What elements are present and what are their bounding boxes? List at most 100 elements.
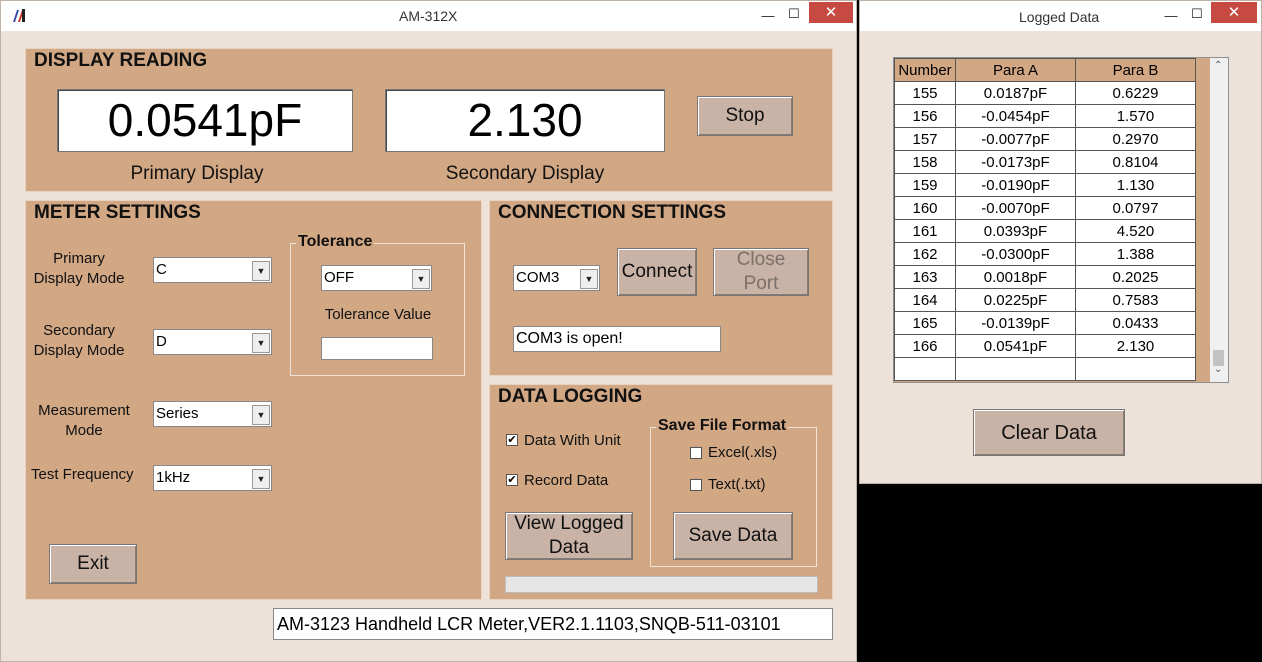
cell-para-b[interactable]: 0.0797 xyxy=(1075,196,1196,220)
maximize-button[interactable]: ☐ xyxy=(779,1,809,27)
cell-para-b[interactable]: 1.130 xyxy=(1075,173,1196,197)
excel-checkbox[interactable] xyxy=(690,447,702,459)
cell-para-b[interactable]: 0.0433 xyxy=(1075,311,1196,335)
tolerance-value-input[interactable] xyxy=(321,337,433,360)
connect-button[interactable]: Connect xyxy=(617,248,697,296)
cell-para-b[interactable]: 2.130 xyxy=(1075,334,1196,358)
table-row[interactable]: 161 0.0393pF 4.520 xyxy=(894,219,1196,243)
secondary-mode-select[interactable]: D ▼ xyxy=(153,329,272,355)
table-header-row: Number Para A Para B xyxy=(894,58,1196,82)
column-header-number[interactable]: Number xyxy=(894,58,956,82)
cell-para-a[interactable]: -0.0190pF xyxy=(955,173,1076,197)
cell-para-a[interactable]: 0.0018pF xyxy=(955,265,1076,289)
secondary-mode-value: D xyxy=(156,333,167,350)
primary-mode-select[interactable]: C ▼ xyxy=(153,257,272,283)
cell-para-a[interactable]: -0.0139pF xyxy=(955,311,1076,335)
table-row[interactable]: 162 -0.0300pF 1.388 xyxy=(894,242,1196,266)
cell-number[interactable]: 161 xyxy=(894,219,956,243)
table-row[interactable]: 155 0.0187pF 0.6229 xyxy=(894,81,1196,105)
table-row[interactable]: 166 0.0541pF 2.130 xyxy=(894,334,1196,358)
cell-para-b[interactable]: 0.2025 xyxy=(1075,265,1196,289)
logged-maximize-button[interactable]: ☐ xyxy=(1182,1,1212,27)
empty-cell[interactable] xyxy=(1075,357,1196,381)
cell-para-b[interactable]: 0.7583 xyxy=(1075,288,1196,312)
tolerance-select[interactable]: OFF ▼ xyxy=(321,265,432,291)
scroll-down-icon[interactable]: ⌄ xyxy=(1214,364,1222,375)
table-row[interactable]: 164 0.0225pF 0.7583 xyxy=(894,288,1196,312)
cell-para-a[interactable]: -0.0454pF xyxy=(955,104,1076,128)
cell-para-a[interactable]: -0.0070pF xyxy=(955,196,1076,220)
column-header-para-b[interactable]: Para B xyxy=(1075,58,1196,82)
cell-number[interactable]: 166 xyxy=(894,334,956,358)
table-row[interactable]: 165 -0.0139pF 0.0433 xyxy=(894,311,1196,335)
close-port-button[interactable]: Close Port xyxy=(713,248,809,296)
table-row-empty[interactable] xyxy=(894,357,1196,381)
scroll-up-icon[interactable]: ⌃ xyxy=(1214,60,1222,71)
stop-button[interactable]: Stop xyxy=(697,96,793,136)
table-row[interactable]: 163 0.0018pF 0.2025 xyxy=(894,265,1196,289)
cell-para-a[interactable]: -0.0077pF xyxy=(955,127,1076,151)
cell-para-b[interactable]: 1.570 xyxy=(1075,104,1196,128)
logged-data-grid[interactable]: Number Para A Para B 155 0.0187pF 0.6229 15… xyxy=(893,57,1229,383)
logged-window-title: Logged Data xyxy=(1019,9,1100,25)
cell-para-b[interactable]: 4.520 xyxy=(1075,219,1196,243)
cell-para-a[interactable]: -0.0173pF xyxy=(955,150,1076,174)
table-row[interactable]: 160 -0.0070pF 0.0797 xyxy=(894,196,1196,220)
device-info-field[interactable]: AM-3123 Handheld LCR Meter,VER2.1.1103,S… xyxy=(273,608,833,640)
dropdown-arrow-icon[interactable]: ▼ xyxy=(252,261,270,281)
record-data-checkbox[interactable]: ✔ xyxy=(506,474,518,486)
display-reading-title: DISPLAY READING xyxy=(31,50,211,72)
grid-scrollbar[interactable]: ⌃ ⌄ xyxy=(1210,58,1228,382)
primary-display-label: Primary Display xyxy=(130,163,264,184)
cell-para-b[interactable]: 0.6229 xyxy=(1075,81,1196,105)
logged-title-bar: Logged Data — ☐ ✕ xyxy=(860,1,1261,31)
com-port-select[interactable]: COM3 ▼ xyxy=(513,265,600,291)
measurement-mode-select[interactable]: Series ▼ xyxy=(153,401,272,427)
cell-number[interactable]: 157 xyxy=(894,127,956,151)
dropdown-arrow-icon[interactable]: ▼ xyxy=(252,469,270,489)
table-row[interactable]: 158 -0.0173pF 0.8104 xyxy=(894,150,1196,174)
cell-number[interactable]: 162 xyxy=(894,242,956,266)
cell-para-a[interactable]: 0.0225pF xyxy=(955,288,1076,312)
cell-para-a[interactable]: 0.0187pF xyxy=(955,81,1076,105)
connection-settings-title: CONNECTION SETTINGS xyxy=(495,202,730,224)
column-header-para-a[interactable]: Para A xyxy=(955,58,1076,82)
dropdown-arrow-icon[interactable]: ▼ xyxy=(252,333,270,353)
cell-number[interactable]: 165 xyxy=(894,311,956,335)
cell-para-a[interactable]: -0.0300pF xyxy=(955,242,1076,266)
empty-cell[interactable] xyxy=(894,357,956,381)
cell-para-a[interactable]: 0.0541pF xyxy=(955,334,1076,358)
test-frequency-select[interactable]: 1kHz ▼ xyxy=(153,465,272,491)
table-row[interactable]: 159 -0.0190pF 1.130 xyxy=(894,173,1196,197)
dropdown-arrow-icon[interactable]: ▼ xyxy=(412,269,430,289)
cell-number[interactable]: 158 xyxy=(894,150,956,174)
main-window: AM-312X — ☐ ✕ DISPLAY READING 0.0541pF P… xyxy=(0,0,857,662)
dropdown-arrow-icon[interactable]: ▼ xyxy=(252,405,270,425)
logged-close-button[interactable]: ✕ xyxy=(1211,2,1257,23)
clear-data-button[interactable]: Clear Data xyxy=(973,409,1125,456)
view-logged-data-button[interactable]: View Logged Data xyxy=(505,512,633,560)
primary-mode-label: Primary Display Mode xyxy=(33,250,125,287)
cell-para-b[interactable]: 1.388 xyxy=(1075,242,1196,266)
exit-button[interactable]: Exit xyxy=(49,544,137,584)
cell-para-b[interactable]: 0.8104 xyxy=(1075,150,1196,174)
table-row[interactable]: 156 -0.0454pF 1.570 xyxy=(894,104,1196,128)
cell-number[interactable]: 155 xyxy=(894,81,956,105)
text-checkbox[interactable] xyxy=(690,479,702,491)
cell-number[interactable]: 164 xyxy=(894,288,956,312)
close-button[interactable]: ✕ xyxy=(809,2,853,23)
com-port-value: COM3 xyxy=(516,269,560,286)
data-with-unit-checkbox[interactable]: ✔ xyxy=(506,434,518,446)
cell-para-b[interactable]: 0.2970 xyxy=(1075,127,1196,151)
table-row[interactable]: 157 -0.0077pF 0.2970 xyxy=(894,127,1196,151)
empty-cell[interactable] xyxy=(955,357,1076,381)
cell-number[interactable]: 160 xyxy=(894,196,956,220)
cell-number[interactable]: 159 xyxy=(894,173,956,197)
cell-number[interactable]: 156 xyxy=(894,104,956,128)
dropdown-arrow-icon[interactable]: ▼ xyxy=(580,269,598,289)
cell-number[interactable]: 163 xyxy=(894,265,956,289)
connection-status-field[interactable]: COM3 is open! xyxy=(513,326,721,352)
cell-para-a[interactable]: 0.0393pF xyxy=(955,219,1076,243)
save-data-button[interactable]: Save Data xyxy=(673,512,793,560)
secondary-display-label: Secondary Display xyxy=(445,163,605,184)
